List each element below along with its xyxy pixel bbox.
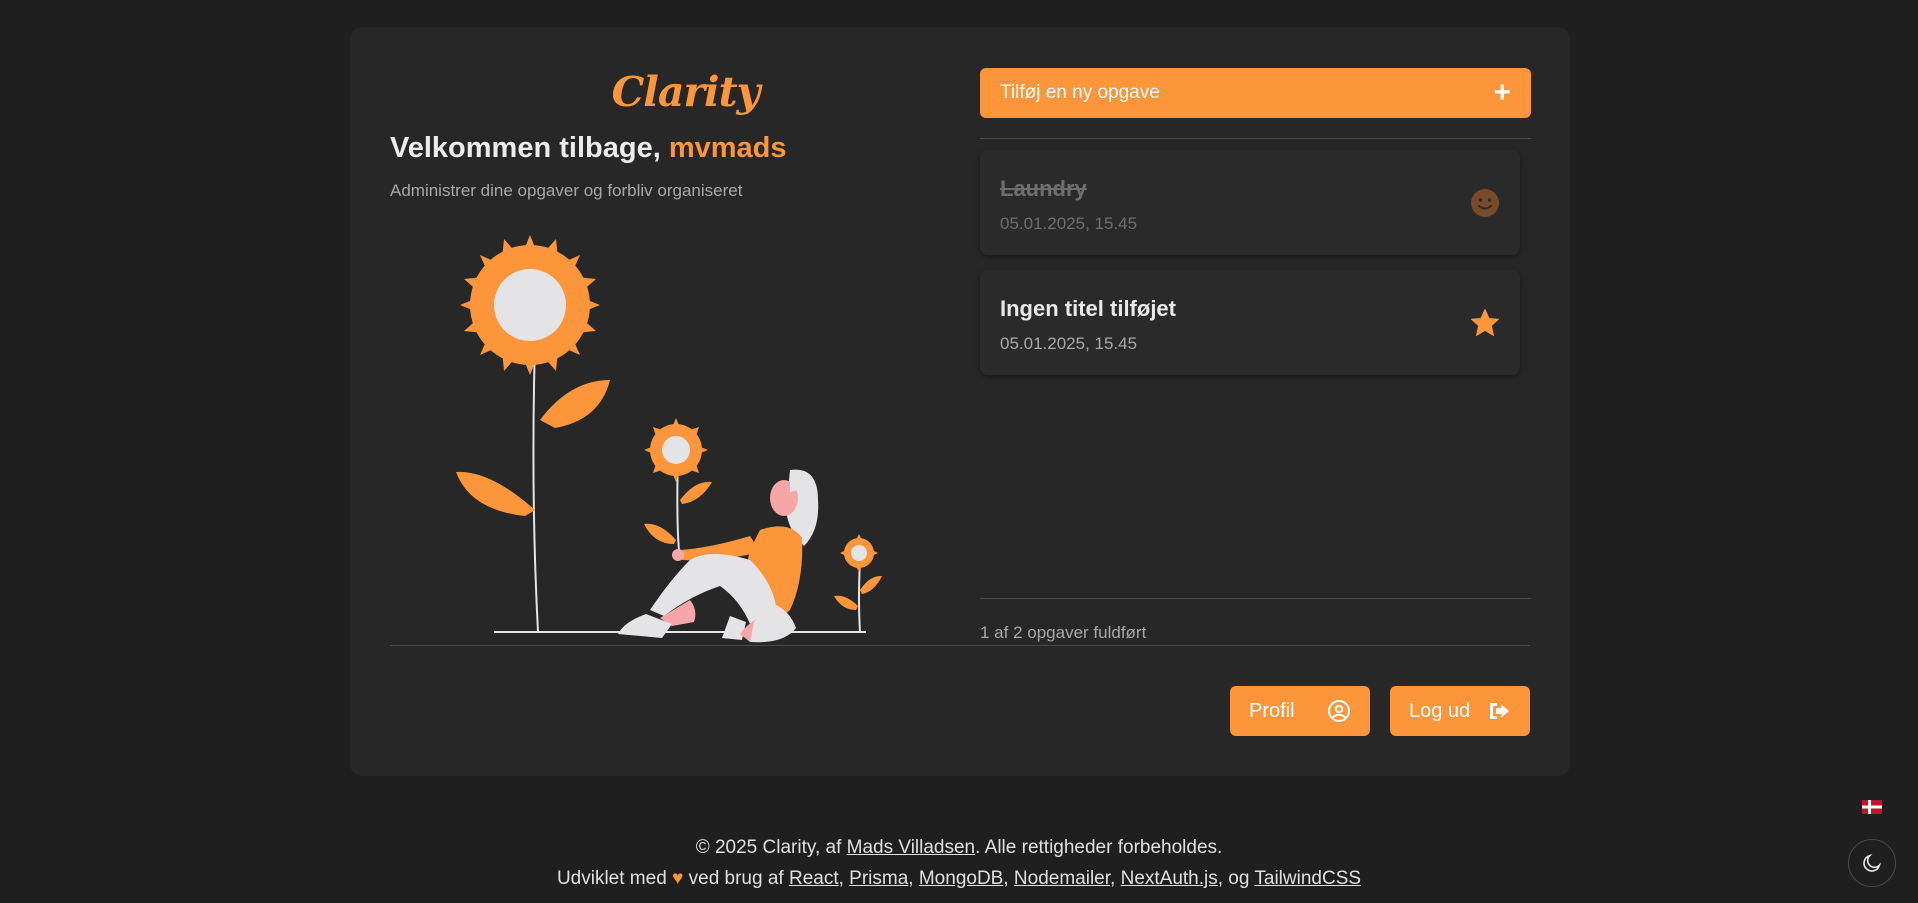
task-date: 05.01.2025, 15.45 xyxy=(1000,334,1138,353)
plus-icon: + xyxy=(1493,76,1511,109)
sep: , xyxy=(908,868,919,889)
star-icon[interactable] xyxy=(1470,308,1500,338)
prisma-link[interactable]: Prisma xyxy=(849,868,908,889)
profile-label: Profil xyxy=(1249,699,1295,722)
dev-prefix: Udviklet med xyxy=(556,868,673,889)
task-item[interactable]: Laundry 05.01.2025, 15.45 xyxy=(980,150,1520,255)
left-divider xyxy=(390,645,1530,646)
danish-flag-icon[interactable] xyxy=(1862,800,1882,814)
progress-text: 1 af 2 opgaver fuldført xyxy=(980,623,1147,642)
task-title: Ingen titel tilføjet xyxy=(1000,296,1176,321)
copyright-text: © 2025 Clarity, af xyxy=(695,837,847,858)
task-list-bottom-divider xyxy=(980,598,1531,599)
footer: © 2025 Clarity, af Mads Villadsen. Alle … xyxy=(0,832,1918,894)
add-task-button[interactable]: Tilføj en ny opgave + xyxy=(980,68,1531,118)
author-link[interactable]: Mads Villadsen xyxy=(847,837,976,858)
footer-copyright-line: © 2025 Clarity, af Mads Villadsen. Alle … xyxy=(0,832,1918,863)
theme-toggle-button[interactable] xyxy=(1848,839,1896,887)
welcome-text: Velkommen tilbage, xyxy=(390,132,669,164)
react-link[interactable]: React xyxy=(789,868,839,889)
task-title: Laundry xyxy=(1000,176,1087,201)
sep: , xyxy=(1003,868,1014,889)
nodemailer-link[interactable]: Nodemailer xyxy=(1014,868,1110,889)
mongodb-link[interactable]: MongoDB xyxy=(919,868,1004,889)
heart-icon: ♥ xyxy=(672,868,684,889)
logout-button[interactable]: Log ud xyxy=(1390,686,1530,736)
sign-out-icon xyxy=(1490,703,1509,719)
logout-label: Log ud xyxy=(1409,699,1471,722)
nextauth-link[interactable]: NextAuth.js xyxy=(1121,868,1218,889)
smiley-icon[interactable] xyxy=(1470,188,1500,218)
footer-tech-line: Udviklet med ♥ ved brug af React, Prisma… xyxy=(0,863,1918,894)
og-text: , og xyxy=(1217,868,1255,889)
welcome-subtitle: Administrer dine opgaver og forbliv orga… xyxy=(390,181,743,200)
tailwindcss-link[interactable]: TailwindCSS xyxy=(1254,868,1361,889)
username: mvmads xyxy=(668,132,787,164)
user-circle-icon xyxy=(1328,700,1350,722)
profile-button[interactable]: Profil xyxy=(1230,686,1370,736)
dev-middle: ved brug af xyxy=(683,868,789,889)
task-list-top-divider xyxy=(980,138,1531,139)
sep: , xyxy=(838,868,850,889)
add-task-label: Tilføj en ny opgave xyxy=(1000,82,1160,103)
task-date: 05.01.2025, 15.45 xyxy=(1000,214,1138,233)
moon-icon xyxy=(1863,853,1882,872)
welcome-heading: Velkommen tilbage, mvmads xyxy=(390,132,787,165)
sunflower-illustration xyxy=(456,235,882,643)
app-logo: Clarity xyxy=(611,68,761,116)
task-item[interactable]: Ingen titel tilføjet 05.01.2025, 15.45 xyxy=(980,270,1520,375)
rights-text: . Alle rettigheder forbeholdes. xyxy=(975,837,1223,858)
sep: , xyxy=(1110,868,1121,889)
